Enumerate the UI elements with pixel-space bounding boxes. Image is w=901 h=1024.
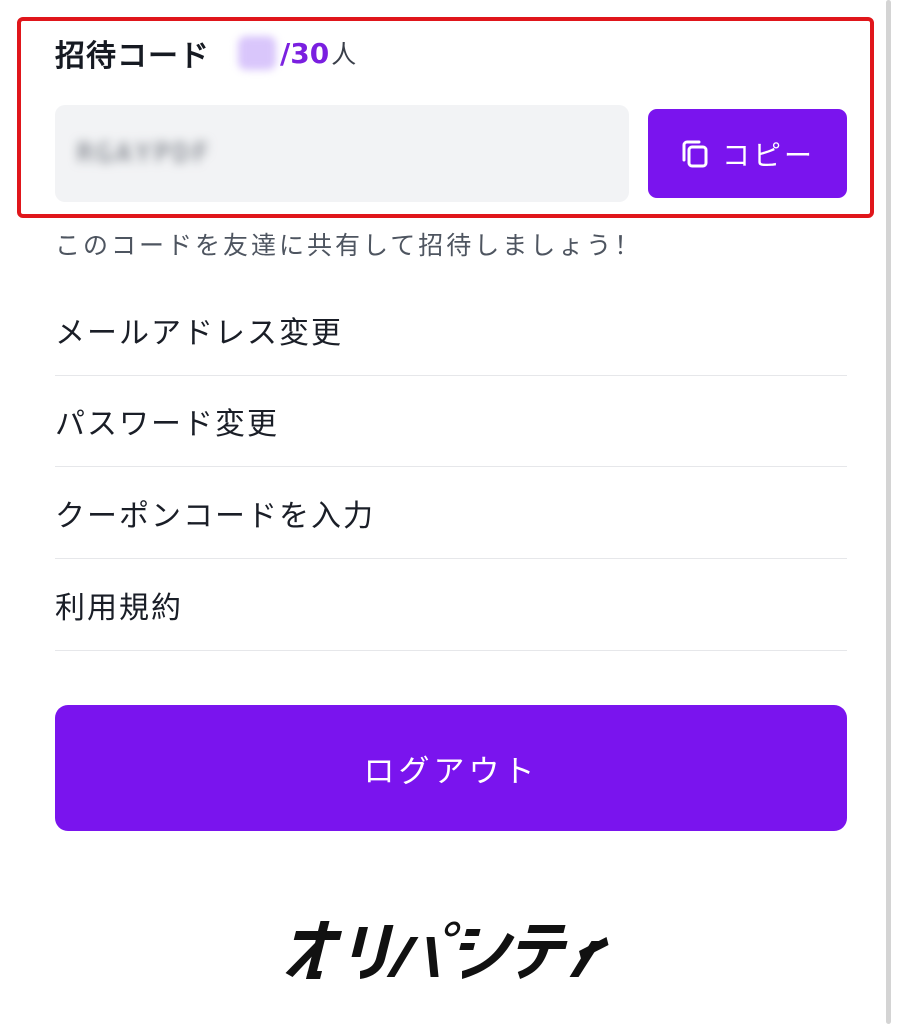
- menu-item-label: パスワード変更: [55, 406, 279, 442]
- invite-count-total: /30: [280, 36, 330, 70]
- menu-item-change-password[interactable]: パスワード変更: [55, 375, 847, 467]
- invite-header: 招待コード /30 人: [55, 30, 356, 76]
- invite-count-current-redacted: [238, 36, 276, 70]
- vertical-scrollbar[interactable]: [886, 0, 891, 1024]
- copy-button[interactable]: コピー: [648, 109, 847, 198]
- logout-button-label: ログアウト: [363, 753, 539, 790]
- invite-code-field[interactable]: RGAYPDF: [55, 105, 629, 202]
- invite-count-unit: 人: [331, 40, 357, 69]
- menu-item-terms[interactable]: 利用規約: [55, 559, 847, 651]
- invite-code-value: RGAYPDF: [77, 138, 212, 169]
- menu-item-label: メールアドレス変更: [55, 315, 343, 351]
- logout-button[interactable]: ログアウト: [55, 705, 847, 831]
- copy-button-label: コピー: [721, 138, 815, 172]
- menu-item-change-email[interactable]: メールアドレス変更: [55, 284, 847, 376]
- copy-icon: [680, 138, 710, 170]
- invite-code-title: 招待コード: [55, 39, 210, 74]
- menu-item-label: クーポンコードを入力: [55, 498, 375, 534]
- menu-item-label: 利用規約: [55, 590, 183, 626]
- invite-hint-text: このコードを友達に共有して招待しましょう！: [55, 231, 643, 260]
- account-settings-page: 招待コード /30 人 RGAYPDF コピー このコードを友達に共有して招待し…: [0, 0, 901, 1024]
- invite-count: /30 人: [238, 35, 356, 71]
- menu-item-enter-coupon[interactable]: クーポンコードを入力: [55, 467, 847, 559]
- brand-logo: [278, 915, 623, 985]
